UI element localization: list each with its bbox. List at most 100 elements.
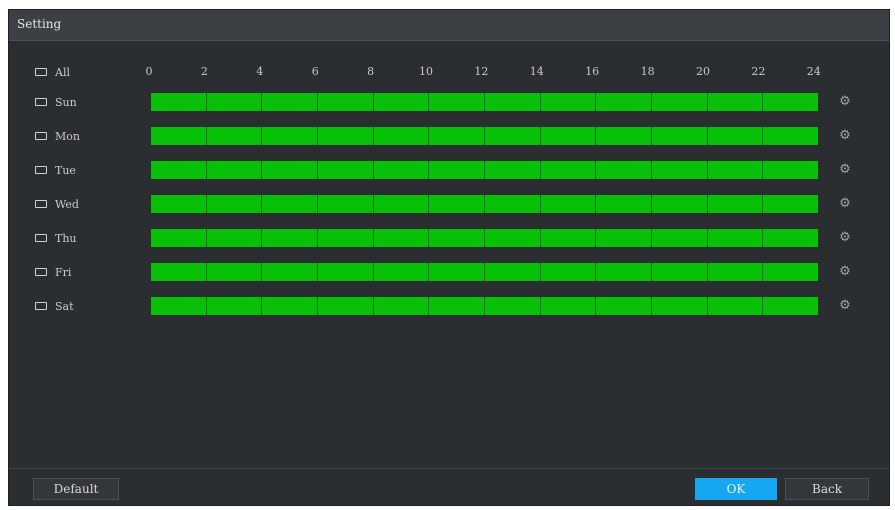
schedule-segment[interactable] [708, 161, 764, 179]
back-button[interactable]: Back [785, 478, 869, 500]
schedule-segment[interactable] [318, 161, 374, 179]
schedule-segment[interactable] [207, 161, 263, 179]
schedule-segment[interactable] [374, 127, 430, 145]
select-all-checkbox[interactable]: All [35, 64, 95, 80]
schedule-segment[interactable] [596, 93, 653, 111]
schedule-segment[interactable] [596, 195, 653, 213]
schedule-bar-sun[interactable] [151, 93, 818, 111]
schedule-segment[interactable] [429, 229, 486, 247]
schedule-segment[interactable] [652, 263, 708, 281]
schedule-segment[interactable] [374, 229, 430, 247]
schedule-segment[interactable] [596, 161, 653, 179]
schedule-segment[interactable] [318, 297, 374, 315]
schedule-segment[interactable] [763, 127, 818, 145]
schedule-segment[interactable] [429, 93, 486, 111]
schedule-segment[interactable] [763, 229, 818, 247]
schedule-segment[interactable] [763, 93, 818, 111]
schedule-segment[interactable] [485, 297, 541, 315]
schedule-segment[interactable] [374, 161, 430, 179]
schedule-bar-mon[interactable] [151, 127, 818, 145]
gear-icon[interactable]: ⚙ [839, 299, 851, 312]
schedule-segment[interactable] [207, 195, 263, 213]
schedule-segment[interactable] [262, 263, 319, 281]
schedule-segment[interactable] [652, 161, 708, 179]
gear-icon[interactable]: ⚙ [839, 197, 851, 210]
schedule-segment[interactable] [374, 297, 430, 315]
gear-icon[interactable]: ⚙ [839, 95, 851, 108]
schedule-segment[interactable] [541, 93, 597, 111]
schedule-segment[interactable] [541, 161, 597, 179]
schedule-segment[interactable] [262, 127, 319, 145]
schedule-segment[interactable] [207, 93, 263, 111]
schedule-segment[interactable] [151, 229, 207, 247]
schedule-segment[interactable] [318, 93, 374, 111]
schedule-bar-fri[interactable] [151, 263, 818, 281]
schedule-segment[interactable] [652, 195, 708, 213]
gear-icon[interactable]: ⚙ [839, 231, 851, 244]
schedule-segment[interactable] [429, 127, 486, 145]
schedule-bar-wed[interactable] [151, 195, 818, 213]
schedule-segment[interactable] [262, 229, 319, 247]
day-checkbox-tue[interactable]: Tue [35, 162, 95, 178]
schedule-bar-thu[interactable] [151, 229, 818, 247]
day-checkbox-wed[interactable]: Wed [35, 196, 95, 212]
schedule-segment[interactable] [429, 161, 486, 179]
schedule-segment[interactable] [708, 195, 764, 213]
schedule-segment[interactable] [652, 93, 708, 111]
schedule-segment[interactable] [596, 229, 653, 247]
schedule-segment[interactable] [541, 297, 597, 315]
schedule-segment[interactable] [151, 297, 207, 315]
schedule-segment[interactable] [374, 93, 430, 111]
schedule-segment[interactable] [541, 263, 597, 281]
schedule-segment[interactable] [151, 93, 207, 111]
schedule-segment[interactable] [207, 229, 263, 247]
schedule-segment[interactable] [708, 263, 764, 281]
schedule-segment[interactable] [541, 229, 597, 247]
schedule-segment[interactable] [763, 161, 818, 179]
schedule-segment[interactable] [151, 161, 207, 179]
schedule-segment[interactable] [596, 263, 653, 281]
schedule-segment[interactable] [151, 263, 207, 281]
schedule-segment[interactable] [652, 127, 708, 145]
schedule-segment[interactable] [708, 229, 764, 247]
schedule-segment[interactable] [429, 297, 486, 315]
gear-icon[interactable]: ⚙ [839, 265, 851, 278]
day-checkbox-thu[interactable]: Thu [35, 230, 95, 246]
schedule-segment[interactable] [318, 229, 374, 247]
schedule-segment[interactable] [318, 263, 374, 281]
schedule-segment[interactable] [151, 195, 207, 213]
schedule-segment[interactable] [541, 127, 597, 145]
gear-icon[interactable]: ⚙ [839, 129, 851, 142]
schedule-segment[interactable] [207, 297, 263, 315]
schedule-segment[interactable] [596, 297, 653, 315]
schedule-segment[interactable] [485, 229, 541, 247]
schedule-segment[interactable] [485, 263, 541, 281]
schedule-bar-sat[interactable] [151, 297, 818, 315]
schedule-segment[interactable] [429, 263, 486, 281]
schedule-segment[interactable] [485, 161, 541, 179]
schedule-segment[interactable] [708, 93, 764, 111]
schedule-segment[interactable] [262, 93, 319, 111]
schedule-segment[interactable] [485, 127, 541, 145]
default-button[interactable]: Default [33, 478, 119, 500]
schedule-segment[interactable] [596, 127, 653, 145]
schedule-segment[interactable] [207, 127, 263, 145]
schedule-segment[interactable] [207, 263, 263, 281]
schedule-segment[interactable] [541, 195, 597, 213]
day-checkbox-mon[interactable]: Mon [35, 128, 95, 144]
schedule-segment[interactable] [708, 127, 764, 145]
schedule-segment[interactable] [262, 161, 319, 179]
schedule-segment[interactable] [318, 195, 374, 213]
schedule-segment[interactable] [763, 195, 818, 213]
gear-icon[interactable]: ⚙ [839, 163, 851, 176]
schedule-segment[interactable] [763, 297, 818, 315]
ok-button[interactable]: OK [695, 478, 777, 500]
schedule-segment[interactable] [318, 127, 374, 145]
schedule-segment[interactable] [652, 297, 708, 315]
schedule-segment[interactable] [151, 127, 207, 145]
schedule-segment[interactable] [374, 195, 430, 213]
day-checkbox-sat[interactable]: Sat [35, 298, 95, 314]
schedule-segment[interactable] [485, 195, 541, 213]
schedule-segment[interactable] [708, 297, 764, 315]
schedule-segment[interactable] [262, 297, 319, 315]
